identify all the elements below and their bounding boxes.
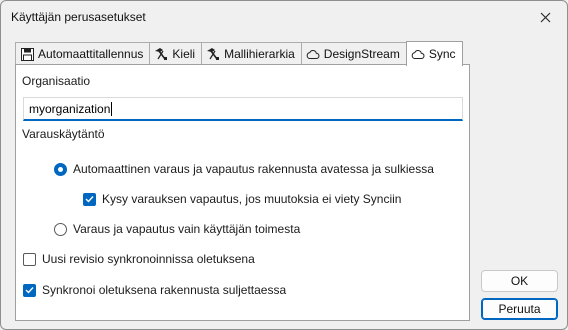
- tab-label: Mallihierarkia: [224, 47, 295, 61]
- checkbox-checked[interactable]: [23, 283, 36, 297]
- radio-auto-reservation[interactable]: Automaattinen varaus ja vapautus rakennu…: [54, 162, 434, 176]
- cloud-icon: [411, 47, 425, 61]
- checkmark-icon: [85, 196, 94, 203]
- tab-mallihierarkia[interactable]: Mallihierarkia: [201, 42, 302, 65]
- organization-input[interactable]: myorganization: [23, 97, 463, 121]
- tab-sync[interactable]: Sync: [405, 41, 463, 66]
- radio-button[interactable]: [54, 222, 67, 236]
- tab-designstream[interactable]: DesignStream: [300, 42, 407, 65]
- tab-kieli[interactable]: Kieli: [149, 42, 203, 65]
- window-title: Käyttäjän perusasetukset: [11, 10, 146, 24]
- cancel-button[interactable]: Peruuta: [481, 298, 558, 320]
- dialog-window: Käyttäjän perusasetukset Automaattitalle…: [0, 0, 568, 330]
- title-bar: Käyttäjän perusasetukset: [1, 1, 567, 33]
- organization-label: Organisaatio: [22, 74, 91, 88]
- checkbox-unchecked[interactable]: [23, 252, 36, 266]
- radio-manual-reservation[interactable]: Varaus ja vapautus vain käyttäjän toimes…: [54, 222, 300, 236]
- tab-label: Sync: [428, 47, 456, 61]
- cloud-icon: [306, 47, 320, 61]
- radio-label: Varaus ja vapautus vain käyttäjän toimes…: [73, 222, 301, 236]
- tab-strip: Automaattitallennus Kieli Mallihierarkia…: [15, 41, 463, 66]
- tab-label: DesignStream: [323, 47, 400, 61]
- tab-automaattitallennus[interactable]: Automaattitallennus: [15, 42, 151, 65]
- checkmark-icon: [25, 287, 34, 294]
- tools-icon: [206, 47, 220, 61]
- tab-label: Automaattitallennus: [38, 47, 144, 61]
- save-icon: [20, 47, 34, 61]
- close-icon: [540, 12, 550, 22]
- checkbox-label: Kysy varauksen vapautus, jos muutoksia e…: [102, 192, 402, 206]
- text-caret: [111, 101, 113, 116]
- organization-value: myorganization: [29, 101, 111, 116]
- radio-button-selected[interactable]: [54, 162, 67, 176]
- checkbox-new-revision[interactable]: Uusi revisio synkronoinnissa oletuksena: [23, 252, 255, 266]
- sync-panel: Organisaatio myorganization Varauskäytän…: [15, 64, 470, 321]
- tools-icon: [154, 47, 168, 61]
- checkbox-label: Uusi revisio synkronoinnissa oletuksena: [42, 252, 255, 266]
- radio-label: Automaattinen varaus ja vapautus rakennu…: [73, 162, 434, 176]
- reservation-policy-label: Varauskäytäntö: [22, 127, 105, 141]
- checkbox-sync-on-close[interactable]: Synkronoi oletuksena rakennusta suljetta…: [23, 283, 286, 297]
- checkbox-ask-release[interactable]: Kysy varauksen vapautus, jos muutoksia e…: [83, 192, 401, 206]
- checkbox-checked[interactable]: [83, 192, 96, 206]
- checkbox-label: Synkronoi oletuksena rakennusta suljetta…: [42, 283, 287, 297]
- ok-button[interactable]: OK: [481, 270, 558, 292]
- tab-label: Kieli: [172, 47, 196, 61]
- close-button[interactable]: [531, 6, 559, 28]
